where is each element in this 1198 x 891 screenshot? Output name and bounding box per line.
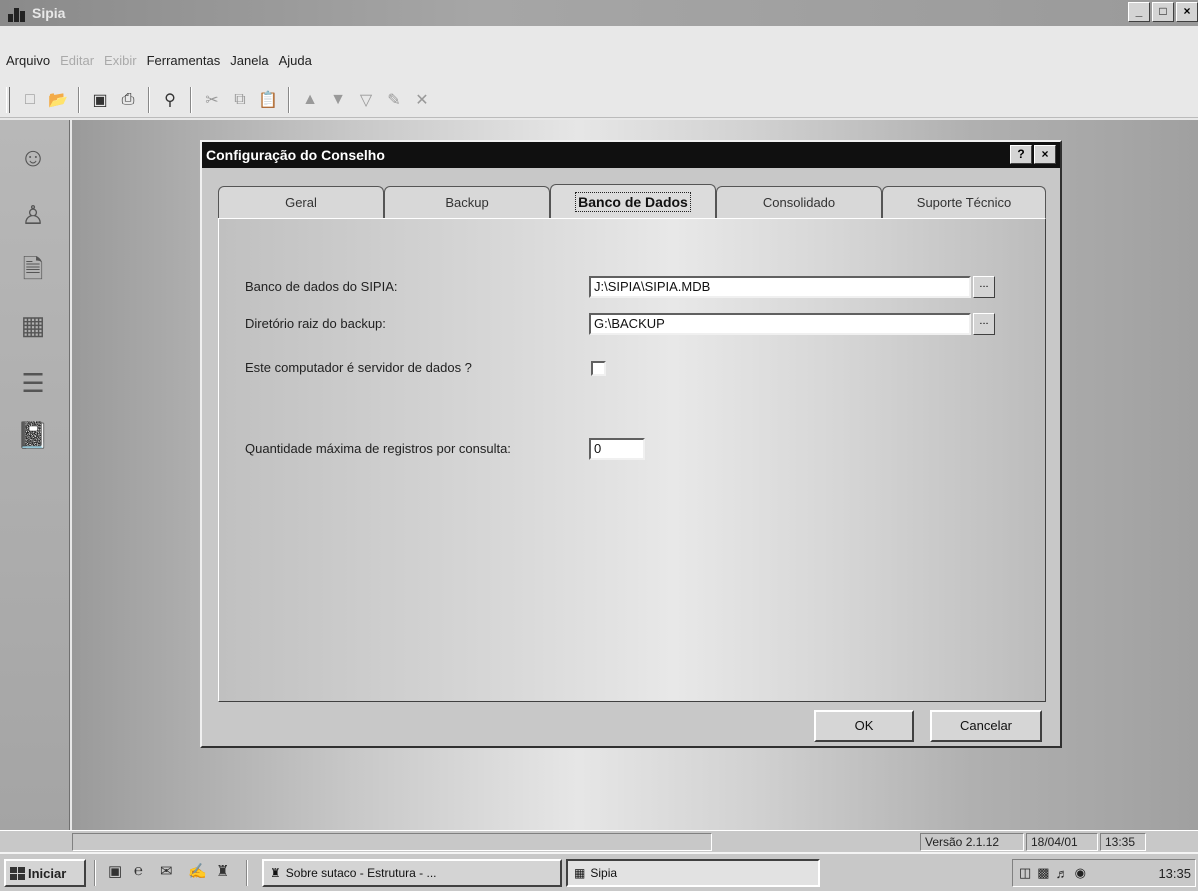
taskbar-separator: [246, 860, 248, 886]
system-tray: ◫ ▩ ♬ ◉ 13:35: [1012, 859, 1196, 887]
maximize-button[interactable]: □: [1152, 2, 1174, 22]
user-search-icon[interactable]: ☺: [14, 138, 52, 176]
open-icon[interactable]: 📂: [46, 88, 70, 112]
show-desktop-icon[interactable]: ▣: [108, 862, 122, 880]
internet-explorer-icon[interactable]: ℮: [134, 862, 143, 879]
tab-banco-de-dados[interactable]: Banco de Dados: [550, 184, 716, 218]
window-title: Sipia: [32, 5, 66, 21]
tab-panel-banco-de-dados: Banco de dados do SIPIA: J:\SIPIA\SIPIA.…: [218, 218, 1046, 702]
taskbar: Iniciar ▣ ℮ ✉ ✍ ♜ ♜ Sobre sutaco - Estru…: [0, 852, 1198, 891]
menu-ferramentas[interactable]: Ferramentas: [147, 53, 221, 68]
status-date: 18/04/01: [1026, 833, 1098, 851]
menu-ajuda[interactable]: Ajuda: [279, 53, 312, 68]
toolbar-grip[interactable]: [6, 86, 10, 113]
nav-up-icon[interactable]: ▲: [298, 88, 322, 112]
title-bar: Sipia _ □ ×: [0, 0, 1198, 26]
tab-label: Consolidado: [762, 195, 836, 210]
toolbar-separator: [78, 86, 80, 113]
copy-icon[interactable]: ⧉: [228, 88, 252, 112]
tab-backup[interactable]: Backup: [384, 186, 550, 218]
monitor-icon[interactable]: ▩: [1037, 865, 1049, 881]
app-icon: [8, 4, 28, 22]
taskbar-separator: [94, 860, 96, 886]
menu-bar: Arquivo Editar Exibir Ferramentas Janela…: [0, 48, 1198, 72]
server-label: Este computador é servidor de dados ?: [245, 360, 472, 375]
tray-clock[interactable]: 13:35: [1158, 866, 1191, 881]
windows-logo-icon: [10, 866, 25, 880]
toolbar-separator: [148, 86, 150, 113]
dialog-title-bar[interactable]: Configuração do Conselho: [202, 142, 1060, 168]
person-icon[interactable]: ♙: [14, 196, 52, 234]
task-sipia[interactable]: ▦ Sipia: [566, 859, 820, 887]
server-checkbox[interactable]: [591, 361, 606, 376]
help-button[interactable]: ?: [1010, 145, 1032, 164]
nav-down-icon[interactable]: ▼: [326, 88, 350, 112]
task-label: Sipia: [590, 866, 618, 880]
save-icon[interactable]: ▣: [88, 88, 112, 112]
tab-label: Banco de Dados: [575, 191, 691, 212]
start-label: Iniciar: [28, 865, 67, 881]
toolbar: □ 📂 ▣ ⎙ ⚲ ✂ ⧉ 📋 ▲ ▼ ▽ ✎ ✕: [0, 82, 1198, 118]
app-icon[interactable]: ♜: [216, 862, 229, 880]
task-sobre-sutaco[interactable]: ♜ Sobre sutaco - Estrutura - ...: [262, 859, 562, 887]
backup-dir-browse-button[interactable]: ...: [973, 313, 995, 335]
outlook-icon[interactable]: ✉: [160, 862, 173, 880]
ok-button[interactable]: OK: [814, 710, 914, 742]
status-bar: Versão 2.1.12 18/04/01 13:35: [0, 830, 1198, 852]
notepad-icon[interactable]: ✍: [188, 862, 207, 880]
tab-label: Geral: [285, 195, 317, 210]
db-path-field[interactable]: J:\SIPIA\SIPIA.MDB: [589, 276, 971, 298]
backup-dir-field[interactable]: G:\BACKUP: [589, 313, 971, 335]
tab-geral[interactable]: Geral: [218, 186, 384, 218]
folder-stack-icon[interactable]: ☰: [14, 364, 52, 402]
app-icon: ♜: [270, 866, 281, 880]
tab-label: Suporte Técnico: [916, 195, 1012, 210]
new-icon[interactable]: □: [18, 88, 42, 112]
status-message: [72, 833, 712, 851]
minimize-button[interactable]: _: [1128, 2, 1150, 22]
menu-arquivo[interactable]: Arquivo: [6, 53, 50, 68]
config-dialog: Configuração do Conselho ? × Geral Backu…: [200, 140, 1062, 748]
print-icon[interactable]: ⎙: [116, 88, 140, 112]
tab-consolidado[interactable]: Consolidado: [716, 186, 882, 218]
speaker-icon[interactable]: ♬: [1056, 866, 1069, 881]
sipia-icon: ▦: [574, 866, 586, 880]
toolbar-separator: [288, 86, 290, 113]
db-path-label: Banco de dados do SIPIA:: [245, 279, 398, 294]
cut-icon[interactable]: ✂: [200, 88, 224, 112]
start-button[interactable]: Iniciar: [4, 859, 86, 887]
menu-editar[interactable]: Editar: [60, 53, 94, 68]
menu-exibir[interactable]: Exibir: [104, 53, 137, 68]
db-path-browse-button[interactable]: ...: [973, 276, 995, 298]
dialog-close-button[interactable]: ×: [1034, 145, 1056, 164]
tab-strip: Geral Backup Banco de Dados Consolidado …: [218, 184, 1046, 218]
status-version: Versão 2.1.12: [920, 833, 1024, 851]
notification-icon[interactable]: ◉: [1075, 865, 1086, 881]
toolbar-separator: [190, 86, 192, 113]
print-preview-icon[interactable]: ⚲: [158, 88, 182, 112]
network-icon[interactable]: ◫: [1019, 865, 1031, 881]
delete-icon[interactable]: ✕: [410, 88, 434, 112]
paste-icon[interactable]: 📋: [256, 88, 280, 112]
documents-icon[interactable]: 🗎: [14, 254, 52, 292]
close-button[interactable]: ×: [1176, 2, 1198, 22]
dialog-title: Configuração do Conselho: [206, 147, 385, 163]
filter-icon[interactable]: ▽: [354, 88, 378, 112]
status-time: 13:35: [1100, 833, 1146, 851]
task-label: Sobre sutaco - Estrutura - ...: [285, 866, 437, 880]
edit-record-icon[interactable]: ✎: [382, 88, 406, 112]
max-records-field[interactable]: 0: [589, 438, 645, 460]
menu-janela[interactable]: Janela: [230, 53, 268, 68]
left-toolbar: ☺ ♙ 🗎 ▦ ☰ 📓: [0, 120, 70, 840]
tab-suporte-tecnico[interactable]: Suporte Técnico: [882, 186, 1046, 218]
notebook-icon[interactable]: 📓: [14, 416, 52, 454]
max-records-label: Quantidade máxima de registros por consu…: [245, 441, 511, 456]
tab-label: Backup: [445, 195, 489, 210]
backup-dir-label: Diretório raiz do backup:: [245, 316, 386, 331]
report-icon[interactable]: ▦: [14, 306, 52, 344]
cancel-button[interactable]: Cancelar: [930, 710, 1042, 742]
